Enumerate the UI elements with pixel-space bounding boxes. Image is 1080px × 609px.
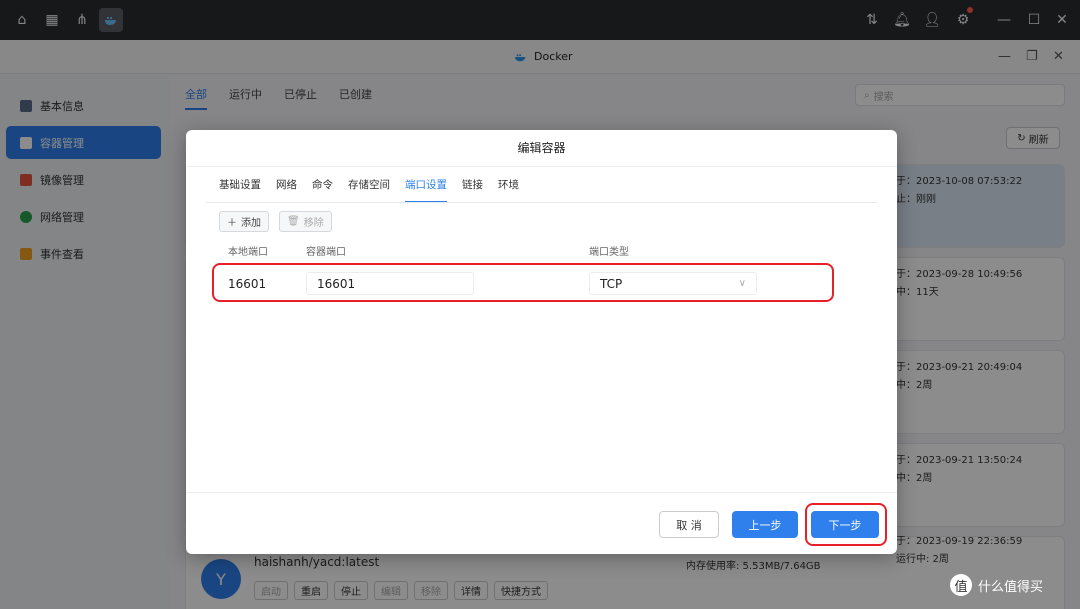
tab-storage[interactable]: 存储空间 (348, 177, 390, 203)
tab-network[interactable]: 网络 (276, 177, 297, 203)
watermark: 值 什么值得买 (950, 574, 1043, 596)
tab-command[interactable]: 命令 (312, 177, 333, 203)
column-container-port: 容器端口 (306, 247, 346, 258)
add-port-button[interactable]: ＋ 添加 (219, 211, 269, 232)
column-local-port: 本地端口 (228, 247, 268, 258)
remove-port-button[interactable]: 🗑︎ 移除 (279, 211, 332, 232)
previous-step-button[interactable]: 上一步 (732, 511, 798, 538)
tab-port-settings[interactable]: 端口设置 (405, 177, 447, 203)
trash-icon: 🗑︎ (287, 216, 300, 227)
dialog-title: 编辑容器 (186, 130, 897, 167)
footer-divider (186, 492, 897, 493)
tab-basic-settings[interactable]: 基础设置 (219, 177, 261, 203)
tab-links[interactable]: 链接 (462, 177, 483, 203)
dialog-tabs: 基础设置 网络 命令 存储空间 端口设置 链接 环境 (219, 177, 519, 203)
tabs-divider (206, 202, 877, 203)
highlight-next-button (805, 503, 887, 546)
highlight-port-row (212, 263, 834, 302)
plus-icon: ＋ (227, 218, 237, 229)
watermark-logo-icon: 值 (950, 574, 972, 596)
cancel-button[interactable]: 取 消 (659, 511, 719, 538)
column-port-type: 端口类型 (589, 247, 629, 258)
tab-environment[interactable]: 环境 (498, 177, 519, 203)
edit-container-dialog: 编辑容器 基础设置 网络 命令 存储空间 端口设置 链接 环境 ＋ 添加 🗑︎ … (186, 130, 897, 554)
